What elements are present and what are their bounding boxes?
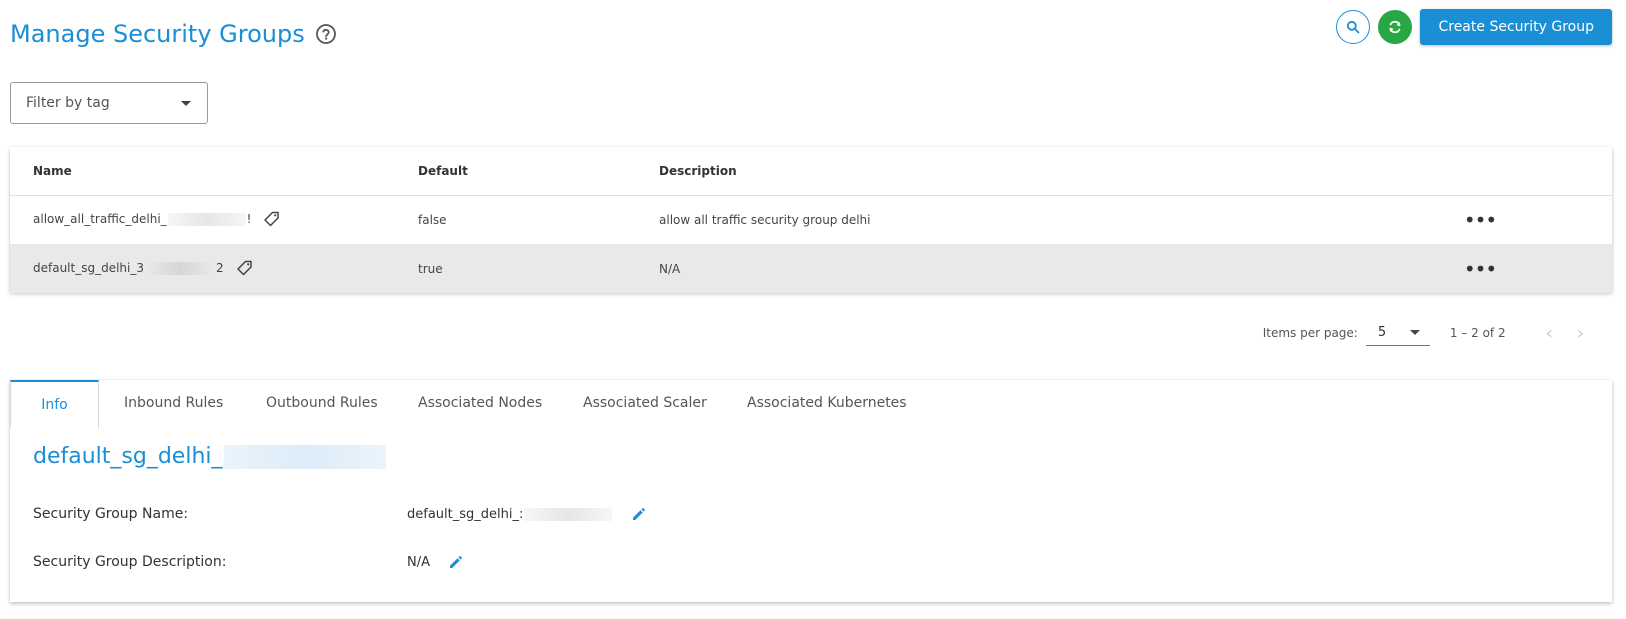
column-header-name[interactable]: Name — [33, 164, 72, 178]
security-group-name-label: Security Group Name: — [33, 506, 189, 522]
refresh-icon — [1390, 20, 1401, 34]
chevron-down-icon — [1409, 330, 1420, 335]
row-name-cell: allow_all_traffic_delhi_ ! — [33, 210, 281, 228]
detail-title-text: default_sg_delhi_ — [33, 444, 223, 469]
row-name-suffix: ! — [246, 212, 252, 226]
page-title: Manage Security Groups — [10, 20, 337, 48]
next-page-icon[interactable]: › — [1577, 323, 1584, 344]
security-group-name-value: default_sg_delhi_: — [407, 506, 647, 522]
redacted-text — [145, 261, 215, 275]
row-default: true — [418, 262, 443, 276]
edit-name-icon[interactable] — [631, 506, 647, 522]
tag-icon[interactable] — [236, 259, 254, 277]
items-per-page-value: 5 — [1377, 325, 1387, 340]
description-value-text: N/A — [407, 554, 430, 570]
column-header-default[interactable]: Default — [418, 164, 468, 178]
detail-title: default_sg_delhi_ — [33, 444, 387, 469]
page-title-text: Manage Security Groups — [10, 20, 305, 48]
filter-placeholder: Filter by tag — [26, 95, 110, 111]
table-row[interactable]: default_sg_delhi_3 2 true N/A ••• — [10, 244, 1612, 293]
previous-page-icon[interactable]: ‹ — [1546, 323, 1553, 344]
row-name-suffix: 2 — [216, 261, 224, 275]
security-group-detail-panel: Info Inbound Rules Outbound Rules Associ… — [10, 380, 1612, 602]
redacted-text — [167, 212, 246, 226]
redacted-text — [524, 507, 613, 521]
tab-associated-nodes[interactable]: Associated Nodes — [418, 395, 542, 411]
row-name-cell: default_sg_delhi_3 2 — [33, 259, 254, 277]
row-name: allow_all_traffic_delhi_ — [33, 212, 167, 226]
redacted-text — [223, 444, 386, 469]
security-groups-table: Name Default Description allow_all_traff… — [10, 147, 1612, 293]
tab-inbound-rules[interactable]: Inbound Rules — [124, 395, 223, 411]
security-group-description-value: N/A — [407, 554, 464, 570]
items-per-page-select[interactable]: 5 — [1365, 320, 1430, 346]
paginator: Items per page: 5 1 – 2 of 2 ‹ › — [1263, 320, 1584, 346]
filter-by-tag-select[interactable]: Filter by tag — [10, 82, 208, 124]
tab-outbound-rules[interactable]: Outbound Rules — [266, 395, 378, 411]
row-default: false — [418, 213, 447, 227]
search-button[interactable] — [1336, 10, 1371, 44]
tab-associated-scaler[interactable]: Associated Scaler — [583, 395, 707, 411]
tab-associated-kubernetes[interactable]: Associated Kubernetes — [747, 395, 907, 411]
row-description: allow all traffic security group delhi — [659, 213, 871, 227]
more-actions-icon[interactable]: ••• — [1464, 259, 1497, 279]
more-actions-icon[interactable]: ••• — [1464, 210, 1497, 230]
name-value-text: default_sg_delhi_: — [407, 506, 524, 522]
items-per-page-label: Items per page: — [1262, 326, 1358, 340]
top-actions: Create Security Group — [1336, 9, 1612, 45]
refresh-button[interactable] — [1378, 10, 1413, 44]
table-header: Name Default Description — [10, 147, 1612, 196]
edit-description-icon[interactable] — [448, 554, 464, 570]
security-group-description-label: Security Group Description: — [33, 554, 227, 570]
detail-tabs: Info Inbound Rules Outbound Rules Associ… — [10, 380, 1612, 428]
search-icon — [1347, 20, 1360, 34]
table-row[interactable]: allow_all_traffic_delhi_ ! false allow a… — [10, 196, 1612, 244]
range-label: 1 – 2 of 2 — [1449, 326, 1506, 340]
chevron-down-icon — [181, 100, 191, 106]
tab-info[interactable]: Info — [10, 380, 99, 428]
create-security-group-button[interactable]: Create Security Group — [1420, 9, 1612, 45]
column-header-description[interactable]: Description — [659, 164, 737, 178]
row-description: N/A — [659, 262, 681, 276]
help-icon[interactable] — [315, 23, 337, 45]
tag-icon[interactable] — [263, 210, 281, 228]
row-name: default_sg_delhi_3 — [33, 261, 144, 275]
